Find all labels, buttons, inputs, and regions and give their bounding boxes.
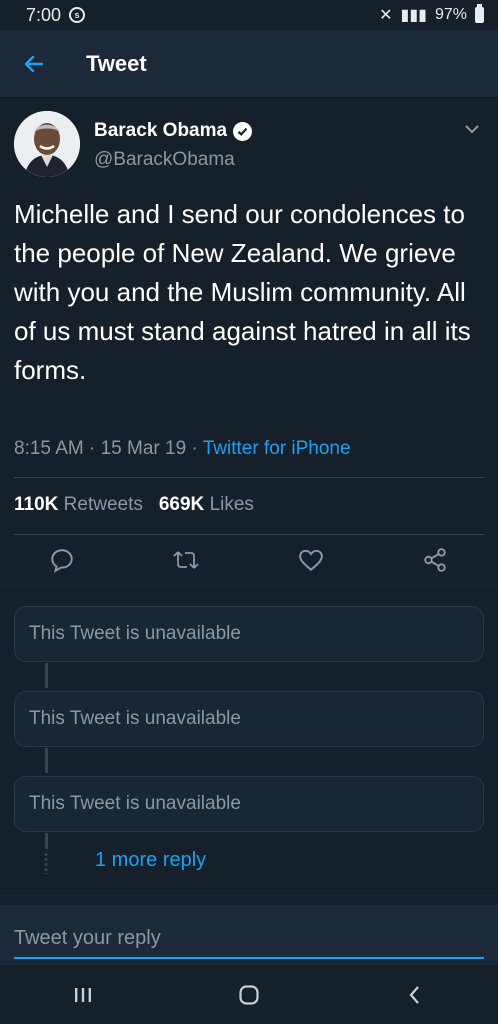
unavailable-tweet[interactable]: This Tweet is unavailable [14,776,484,832]
reply-input[interactable] [14,919,484,959]
thread-dotted-line [44,852,48,874]
tweet-text: Michelle and I send our condolences to t… [14,199,471,385]
verified-badge-icon [233,121,253,141]
divider [14,477,484,478]
arrow-left-icon [24,55,44,72]
home-icon [239,984,259,1005]
page-title: Tweet [86,50,147,76]
signal-icon: ▮▮▮ [400,7,427,24]
likes-stat[interactable]: 669K Likes [159,494,254,516]
thread-line [45,833,48,849]
chevron-left-icon [409,985,419,1004]
author-handle[interactable]: @BarackObama [94,149,235,171]
unavailable-tweet[interactable]: This Tweet is unavailable [14,691,484,747]
section-separator [0,590,498,591]
tweet-meta: 8:15 AM · 15 Mar 19 · Twitter for iPhone [14,438,351,460]
author-name-text: Barack Obama [94,120,228,141]
recent-apps-button[interactable] [58,975,108,1015]
avatar[interactable] [14,111,80,177]
tweet-date: 15 Mar 19 [100,438,187,459]
meta-separator: · [191,438,203,459]
like-button[interactable] [296,545,326,575]
avatar-image [14,111,80,177]
chevron-down-icon [465,125,479,134]
notification-icon: s [69,7,86,23]
battery-level: 97% [434,6,467,23]
retweets-stat[interactable]: 110K Retweets [14,494,143,516]
retweets-label: Retweets [63,494,143,515]
tweet-actions [0,545,498,579]
more-replies-link[interactable]: 1 more reply [95,849,206,872]
tweet-author: Barack Obama @BarackObama [14,111,484,181]
tweet-stats: 110K Retweets 669K Likes [14,494,254,516]
status-bar: 7:00 s ✕ ▮▮▮ 97% [0,0,498,30]
divider [14,534,484,535]
home-button[interactable] [224,975,274,1015]
back-button[interactable] [16,46,52,82]
reply-bar [0,905,498,965]
mute-icon: ✕ [379,7,393,24]
tweet-source-link[interactable]: Twitter for iPhone [203,438,351,459]
reply-icon [51,549,73,573]
system-nav-bar [0,965,498,1024]
recent-apps-icon [75,987,91,1002]
author-name[interactable]: Barack Obama [94,120,253,142]
tweet-time: 8:15 AM [14,438,84,459]
heart-icon [299,549,323,572]
status-time: 7:00 [26,4,62,25]
section-separator [0,888,498,889]
likes-label: Likes [209,494,254,515]
battery-icon [475,4,484,23]
share-button[interactable] [420,545,450,575]
reply-button[interactable] [47,545,77,575]
thread-line [45,663,48,688]
likes-count: 669K [158,494,205,515]
unavailable-tweet[interactable]: This Tweet is unavailable [14,606,484,662]
status-icons: ✕ ▮▮▮ 97% [379,4,484,25]
retweet-button[interactable] [171,545,201,575]
retweet-icon [173,551,199,569]
share-icon [424,548,446,572]
app-header: Tweet [0,30,498,98]
thread-line [45,748,48,773]
meta-separator: · [89,438,101,459]
tweet-options-button[interactable] [460,117,484,141]
retweets-count: 110K [14,494,59,515]
system-back-button[interactable] [390,975,440,1015]
